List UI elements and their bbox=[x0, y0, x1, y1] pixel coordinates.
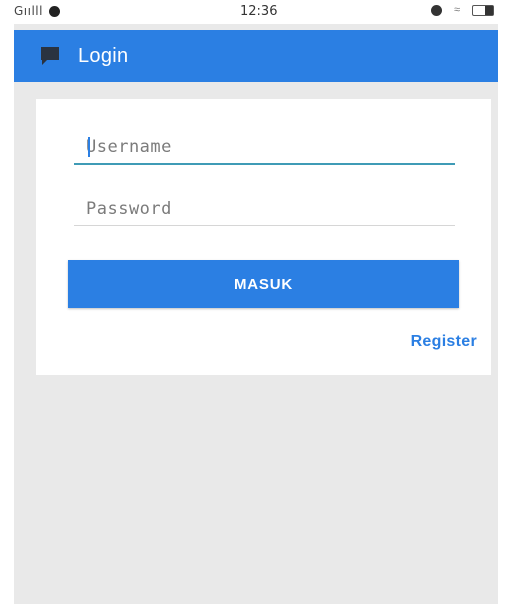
wifi-icon: ≈ bbox=[453, 4, 460, 16]
carrier-label: Gıılll bbox=[14, 4, 43, 18]
username-underline bbox=[74, 163, 455, 165]
page-title: Login bbox=[78, 44, 129, 67]
register-link[interactable]: Register bbox=[411, 333, 477, 351]
status-time: 12:36 bbox=[240, 4, 278, 19]
login-card: MASUK Register bbox=[36, 99, 491, 375]
alarm-icon bbox=[430, 5, 442, 16]
status-bar: Gıılll 12:36 ≈ bbox=[14, 0, 498, 24]
login-button[interactable]: MASUK bbox=[68, 260, 459, 308]
notification-icon bbox=[48, 5, 60, 17]
battery-icon bbox=[472, 5, 494, 16]
app-bar: Login bbox=[14, 30, 498, 82]
text-caret bbox=[88, 137, 90, 157]
chat-bubble-icon bbox=[41, 47, 59, 65]
phone-screen: Gıılll 12:36 ≈ Login MASUK Register bbox=[14, 0, 498, 604]
password-field[interactable] bbox=[74, 199, 455, 226]
password-underline bbox=[74, 225, 455, 226]
username-field[interactable] bbox=[74, 137, 455, 165]
username-input[interactable] bbox=[74, 137, 455, 163]
status-left: Gıılll bbox=[14, 4, 60, 18]
status-right: ≈ bbox=[430, 4, 494, 16]
password-input[interactable] bbox=[74, 199, 455, 225]
